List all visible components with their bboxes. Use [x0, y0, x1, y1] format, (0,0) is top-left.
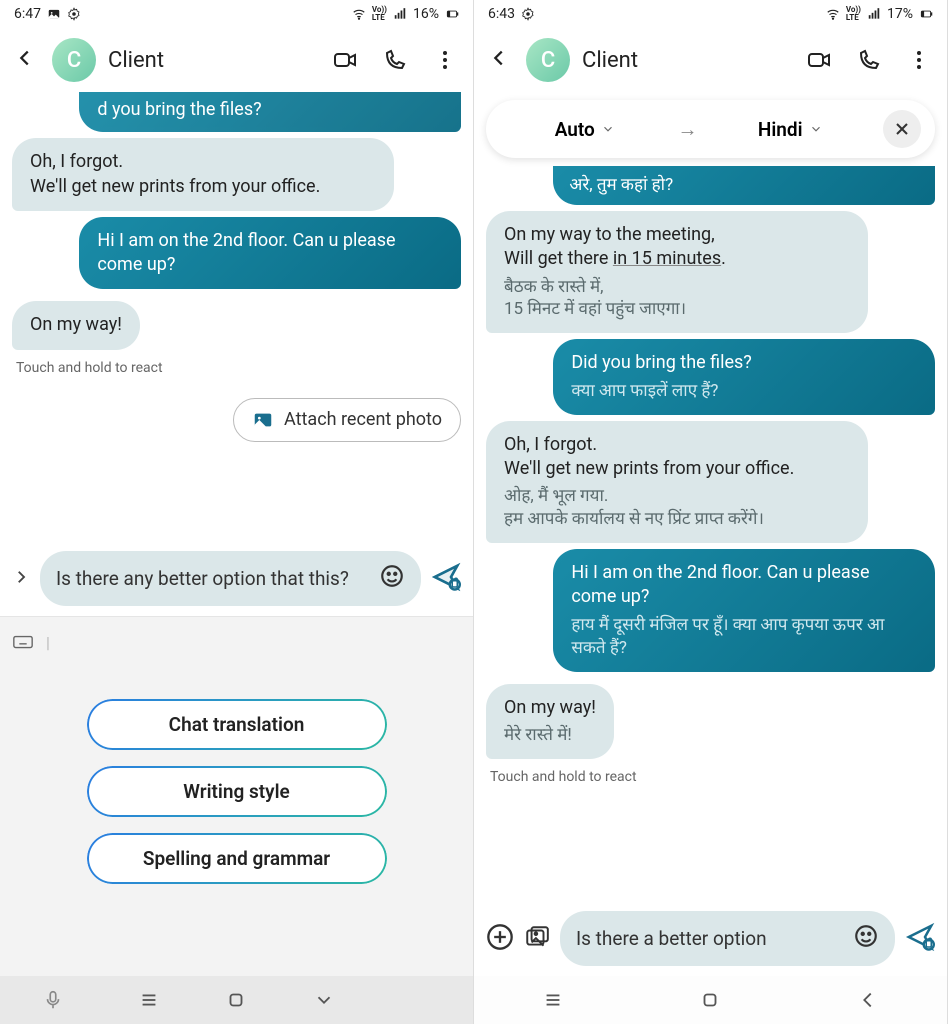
phone-icon[interactable] [383, 48, 407, 72]
send-button[interactable] [905, 922, 935, 956]
more-icon[interactable] [907, 48, 931, 72]
message-out[interactable]: अरे, तुम कहां हो? [553, 166, 935, 205]
attach-photo-chip[interactable]: Attach recent photo [233, 398, 461, 442]
keyboard-panel: | Chat translation Writing style Spellin… [0, 616, 473, 976]
image-icon [47, 7, 61, 21]
video-call-icon[interactable] [807, 48, 831, 72]
message-out[interactable]: d you bring the files? [79, 92, 461, 132]
emoji-button[interactable] [379, 563, 405, 594]
signal-icon [393, 7, 407, 21]
message-in[interactable]: Oh, I forgot. We'll get new prints from … [486, 421, 868, 543]
writing-style-button[interactable]: Writing style [87, 766, 387, 817]
chevron-down-icon [601, 122, 615, 136]
more-icon[interactable] [433, 48, 457, 72]
compose-bar: Is there a better option [474, 905, 947, 976]
chat-translation-button[interactable]: Chat translation [87, 699, 387, 750]
status-bar: 6:43 Vo))LTE 17% [474, 0, 947, 28]
battery-percent: 16% [413, 6, 439, 22]
contact-name[interactable]: Client [582, 48, 795, 73]
keyboard-icon[interactable] [12, 631, 34, 653]
message-in[interactable]: Oh, I forgot. We'll get new prints from … [12, 138, 394, 211]
wifi-icon [826, 7, 840, 21]
phone-icon[interactable] [857, 48, 881, 72]
chevron-down-icon [809, 122, 823, 136]
gallery-button[interactable] [524, 924, 550, 954]
contact-name[interactable]: Client [108, 48, 321, 73]
volte-indicator: Vo))LTE [846, 6, 861, 22]
close-icon [892, 119, 912, 139]
avatar[interactable]: C [526, 38, 570, 82]
status-time: 6:47 [14, 6, 41, 22]
emoji-button[interactable] [853, 923, 879, 954]
message-out[interactable]: Did you bring the files? क्या आप फाइलें … [553, 339, 935, 414]
expand-button[interactable] [12, 567, 30, 591]
back-nav[interactable] [857, 989, 879, 1011]
mic-button[interactable] [33, 989, 73, 1011]
status-bar: 6:47 Vo))LTE 16% [0, 0, 473, 28]
battery-icon [919, 7, 933, 21]
status-time: 6:43 [488, 6, 515, 22]
compose-bar: Is there any better option that this? [0, 545, 473, 616]
right-screen: 6:43 Vo))LTE 17% C Client Auto → Hindi अ… [474, 0, 948, 1024]
gear-icon [521, 7, 535, 21]
wifi-icon [352, 7, 366, 21]
left-screen: 6:47 Vo))LTE 16% C Client d you bring th… [0, 0, 474, 1024]
video-call-icon[interactable] [333, 48, 357, 72]
back-nav[interactable] [313, 989, 335, 1011]
message-in[interactable]: On my way! [12, 301, 140, 349]
translate-arrow-icon: → [678, 117, 698, 142]
chat-header: C Client [0, 28, 473, 92]
react-hint: Touch and hold to react [12, 356, 461, 386]
signal-icon [867, 7, 881, 21]
back-button[interactable] [484, 47, 514, 73]
chat-header: C Client [474, 28, 947, 92]
recents-nav[interactable] [542, 989, 564, 1011]
message-out[interactable]: Hi I am on the 2nd floor. Can u please c… [553, 549, 935, 671]
nav-bar [474, 976, 947, 1024]
translate-bar: Auto → Hindi [486, 100, 935, 158]
spelling-grammar-button[interactable]: Spelling and grammar [87, 833, 387, 884]
chat-area[interactable]: d you bring the files? Oh, I forgot. We'… [0, 92, 473, 545]
nav-bar [0, 976, 473, 1024]
compose-input[interactable]: Is there any better option that this? [40, 551, 421, 606]
battery-icon [445, 7, 459, 21]
close-translate-button[interactable] [883, 110, 921, 148]
target-language[interactable]: Hindi [706, 118, 876, 141]
message-out[interactable]: Hi I am on the 2nd floor. Can u please c… [79, 217, 461, 290]
volte-indicator: Vo))LTE [372, 6, 387, 22]
back-button[interactable] [10, 47, 40, 73]
message-in[interactable]: On my way! मेरे रास्ते में! [486, 684, 614, 759]
message-in[interactable]: On my way to the meeting, Will get there… [486, 211, 868, 333]
recents-nav[interactable] [138, 989, 160, 1011]
gear-icon [67, 7, 81, 21]
compose-input[interactable]: Is there a better option [560, 911, 895, 966]
home-nav[interactable] [225, 989, 247, 1011]
source-language[interactable]: Auto [500, 118, 670, 141]
send-button[interactable] [431, 562, 461, 596]
chat-area[interactable]: अरे, तुम कहां हो? On my way to the meeti… [474, 166, 947, 905]
react-hint: Touch and hold to react [486, 765, 935, 795]
plus-button[interactable] [486, 923, 514, 955]
battery-percent: 17% [887, 6, 913, 22]
home-nav[interactable] [699, 989, 721, 1011]
avatar[interactable]: C [52, 38, 96, 82]
